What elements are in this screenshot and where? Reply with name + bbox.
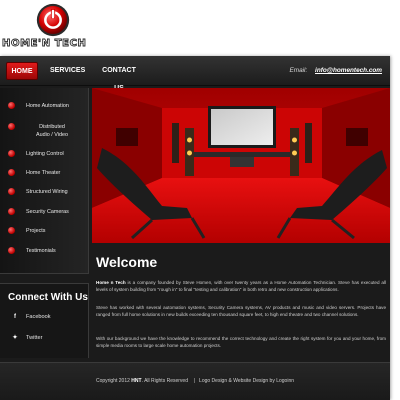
red-bullet-icon — [8, 208, 15, 215]
nav-home[interactable]: HOME — [6, 62, 38, 80]
sidebar-item-label: Security Cameras — [26, 209, 69, 215]
facebook-link[interactable]: f Facebook — [10, 314, 51, 320]
top-navigation: HOME SERVICES CONTACT US Email: info@hom… — [0, 56, 390, 92]
sidebar-item-home-automation[interactable]: Home Automation — [0, 100, 89, 114]
footer-copyright: Copyright 2012 HNT. All Rights Reserved … — [95, 378, 295, 384]
site-logo[interactable]: HOME'N TECH — [0, 0, 120, 56]
twitter-link[interactable]: ✦ Twitter — [10, 334, 42, 341]
power-button-icon — [36, 3, 70, 37]
sidebar-item-label: Distributed Audio / Video — [36, 124, 68, 138]
sidebar-item-lighting-control[interactable]: Lighting Control — [0, 148, 89, 162]
background-paragraph: With our background we have the knowledg… — [96, 336, 386, 349]
connect-panel: Connect With Us f Facebook ✦ Twitter — [0, 283, 89, 358]
sidebar-item-label: Projects — [26, 228, 46, 234]
red-bullet-icon — [8, 188, 15, 195]
red-bullet-icon — [8, 123, 15, 130]
footer-credit[interactable]: Logo Design & Website Design by Logoinn — [199, 378, 294, 384]
email-label: Email: — [289, 67, 308, 74]
sidebar-item-projects[interactable]: Projects — [0, 225, 89, 239]
sidebar-item-label: Structured Wiring — [26, 189, 68, 195]
twitter-icon: ✦ — [12, 335, 18, 341]
email-link[interactable]: info@homentech.com — [315, 67, 382, 74]
email-contact: Email: info@homentech.com — [290, 62, 383, 80]
nav-services[interactable]: SERVICES — [50, 62, 85, 80]
red-bullet-icon — [8, 150, 15, 157]
logo-wordmark: HOME'N TECH — [2, 38, 87, 50]
sidebar-item-label: Home Automation — [26, 103, 69, 109]
red-bullet-icon — [8, 169, 15, 176]
sidebar-item-structured-wiring[interactable]: Structured Wiring — [0, 186, 89, 200]
sidebar-menu: Home Automation Distributed Audio / Video… — [0, 88, 89, 274]
sidebar-item-label: Lighting Control — [26, 151, 64, 157]
sidebar-item-home-theater[interactable]: Home Theater — [0, 167, 89, 181]
sidebar-item-label: Testimonials — [26, 248, 56, 254]
sidebar-item-distributed-audio-video[interactable]: Distributed Audio / Video — [0, 121, 89, 139]
facebook-icon: f — [14, 314, 16, 320]
experience-paragraph: Steve has worked with several automation… — [96, 305, 386, 318]
page-title: Welcome — [96, 254, 158, 270]
site-footer: Copyright 2012 HNT. All Rights Reserved … — [0, 362, 390, 400]
intro-paragraph: Home n Tech is a company founded by Stev… — [96, 280, 386, 293]
red-bullet-icon — [8, 247, 15, 254]
hero-home-theater-image — [92, 88, 390, 243]
red-bullet-icon — [8, 227, 15, 234]
sidebar-item-label: Home Theater — [26, 170, 61, 176]
nav-contact-us[interactable]: CONTACT US — [98, 62, 140, 92]
connect-title: Connect With Us — [8, 292, 88, 303]
sidebar-item-security-cameras[interactable]: Security Cameras — [0, 206, 89, 220]
red-bullet-icon — [8, 102, 15, 109]
sidebar-item-testimonials[interactable]: Testimonials — [0, 245, 89, 259]
home-theater-illustration — [92, 88, 390, 243]
